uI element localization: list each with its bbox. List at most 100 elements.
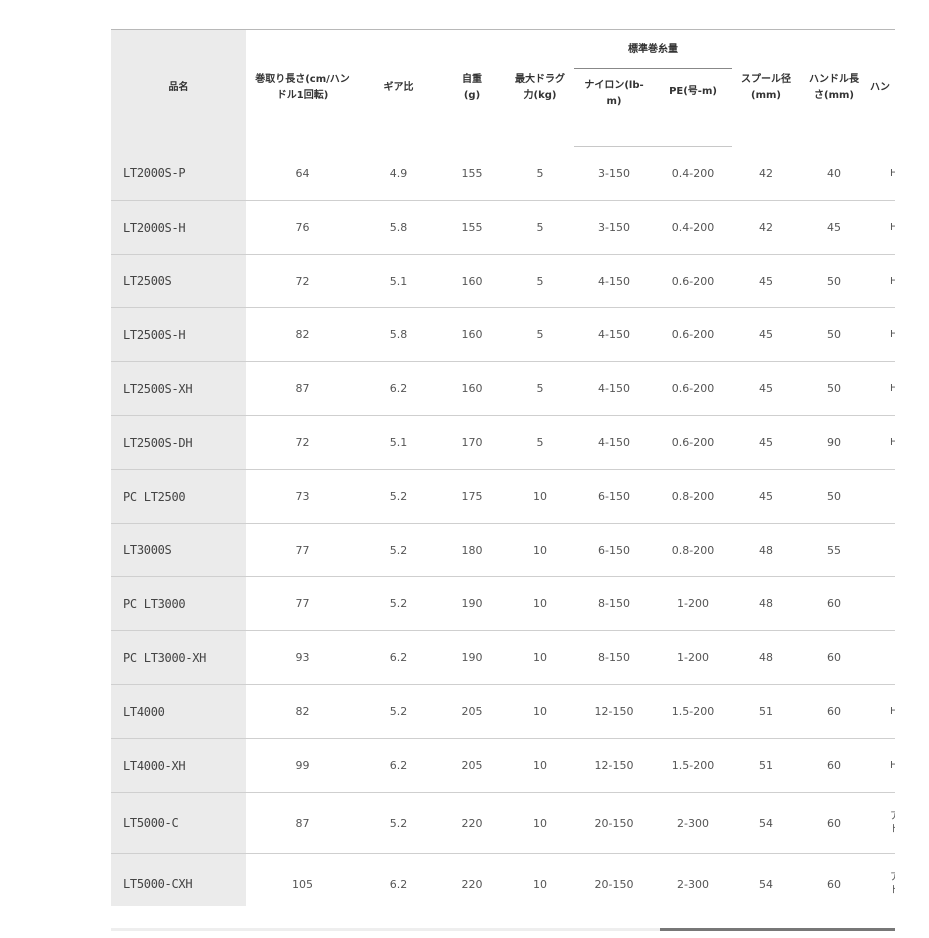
cell-knob: HG	[868, 146, 895, 201]
cell-pe: 0.4-200	[654, 200, 732, 255]
cell-gear: 6.2	[359, 738, 438, 793]
cell-drag: 10	[506, 853, 574, 906]
cell-knob	[868, 523, 895, 577]
table-row: LT2500S-H825.816054-1500.6-2004550HG	[111, 307, 895, 362]
cell-hl: 60	[800, 853, 868, 906]
cell-pe: 0.8-200	[654, 469, 732, 524]
cell-pe: 0.6-200	[654, 254, 732, 308]
cell-gear: 5.8	[359, 307, 438, 362]
cell-sp: 48	[732, 576, 800, 631]
table-row: PC LT3000 77 5.2 190 10 8-150 1-200 48 60	[111, 576, 895, 631]
cell-drag: 10	[506, 792, 574, 854]
cell-drag: 5	[506, 361, 574, 416]
table-row: LT3000S 77 5.2 180 10 6-150 0.8-200 48 55	[111, 523, 895, 577]
spec-table: 品名 巻取り長さ(cm/ハンドル1回転) ギア比 自重(g) 最大ドラグ力(kg…	[111, 29, 895, 906]
cell-knob	[868, 630, 895, 685]
model-name-cell: LT2500S-H	[111, 307, 246, 362]
model-name-cell: LT2500S	[111, 254, 246, 308]
cell-knob: アル ド	[868, 853, 895, 906]
table-row: LT2000S-H765.815553-1500.4-2004245HG	[111, 200, 895, 255]
line-capacity-label: 標準巻糸量	[628, 43, 678, 55]
cell-len: 72	[246, 254, 359, 308]
model-name-cell: PC LT3000	[111, 576, 246, 631]
cell-wt: 220	[438, 792, 506, 854]
model-name-cell: LT2000S-H	[111, 200, 246, 255]
cell-gear: 5.2	[359, 576, 438, 631]
cell-gear: 6.2	[359, 630, 438, 685]
cell-hl: 90	[800, 415, 868, 470]
cell-wt: 180	[438, 523, 506, 577]
cell-len: 82	[246, 307, 359, 362]
scrollbar-track[interactable]	[111, 928, 660, 931]
cell-sp: 51	[732, 738, 800, 793]
cell-drag: 10	[506, 576, 574, 631]
group-divider	[574, 67, 732, 69]
cell-wt: 175	[438, 469, 506, 524]
model-name-cell: LT2500S-DH	[111, 415, 246, 470]
cell-wt: 190	[438, 576, 506, 631]
header-handle-length: ハンドル長さ(mm)	[800, 29, 868, 147]
cell-pe: 0.6-200	[654, 415, 732, 470]
cell-knob: HG	[868, 307, 895, 362]
cell-len: 82	[246, 684, 359, 739]
cell-knob: HG	[868, 684, 895, 739]
cell-hl: 50	[800, 307, 868, 362]
cell-drag: 5	[506, 307, 574, 362]
cell-pe: 1.5-200	[654, 684, 732, 739]
cell-gear: 6.2	[359, 853, 438, 906]
cell-sp: 45	[732, 307, 800, 362]
cell-ny: 12-150	[574, 738, 654, 793]
cell-len: 77	[246, 576, 359, 631]
cell-sp: 51	[732, 684, 800, 739]
cell-knob: HG	[868, 738, 895, 793]
cell-drag: 10	[506, 738, 574, 793]
cell-hl: 50	[800, 361, 868, 416]
header-pe: PE(号-m)	[654, 74, 732, 147]
cell-ny: 3-150	[574, 200, 654, 255]
cell-sp: 45	[732, 469, 800, 524]
model-name-cell: LT2500S-XH	[111, 361, 246, 416]
header-retrieve-length: 巻取り長さ(cm/ハンドル1回転)	[246, 29, 359, 147]
table-row: LT5000-C875.22201020-1502-3005460アル ド	[111, 792, 895, 854]
header-max-drag: 最大ドラグ力(kg)	[506, 29, 574, 147]
cell-pe: 2-300	[654, 792, 732, 854]
cell-wt: 170	[438, 415, 506, 470]
model-name-cell: LT4000	[111, 684, 246, 739]
cell-len: 73	[246, 469, 359, 524]
cell-hl: 60	[800, 684, 868, 739]
cell-wt: 205	[438, 738, 506, 793]
cell-gear: 5.8	[359, 200, 438, 255]
spec-table-container: 品名 巻取り長さ(cm/ハンドル1回転) ギア比 自重(g) 最大ドラグ力(kg…	[111, 29, 895, 906]
cell-sp: 45	[732, 254, 800, 308]
cell-gear: 5.2	[359, 684, 438, 739]
cell-drag: 5	[506, 254, 574, 308]
table-row: PC LT3000-XH 93 6.2 190 10 8-150 1-200 48 60	[111, 630, 895, 685]
table-row: LT4000-XH996.22051012-1501.5-2005160HG	[111, 738, 895, 793]
cell-ny: 6-150	[574, 523, 654, 577]
cell-drag: 10	[506, 630, 574, 685]
model-name-cell: LT3000S	[111, 523, 246, 577]
cell-ny: 6-150	[574, 469, 654, 524]
header-nylon: ナイロン(lb-m)	[574, 74, 654, 147]
cell-ny: 8-150	[574, 576, 654, 631]
model-name-cell: LT5000-CXH	[111, 853, 246, 906]
cell-len: 105	[246, 853, 359, 906]
cell-wt: 160	[438, 254, 506, 308]
cell-pe: 0.4-200	[654, 146, 732, 201]
cell-ny: 4-150	[574, 415, 654, 470]
scrollbar-thumb[interactable]	[660, 928, 895, 931]
cell-ny: 4-150	[574, 307, 654, 362]
cell-sp: 48	[732, 630, 800, 685]
cell-pe: 0.8-200	[654, 523, 732, 577]
cell-pe: 1-200	[654, 630, 732, 685]
cell-drag: 10	[506, 469, 574, 524]
model-name-cell: LT4000-XH	[111, 738, 246, 793]
cell-ny: 20-150	[574, 792, 654, 854]
cell-knob	[868, 469, 895, 524]
cell-drag: 5	[506, 146, 574, 201]
cell-knob: アル ド	[868, 792, 895, 854]
table-body: LT2000S-P644.915553-1500.4-2004240HGLT20…	[111, 146, 895, 906]
header-name: 品名	[111, 29, 246, 147]
header-gear-ratio: ギア比	[359, 29, 438, 147]
cell-wt: 160	[438, 361, 506, 416]
